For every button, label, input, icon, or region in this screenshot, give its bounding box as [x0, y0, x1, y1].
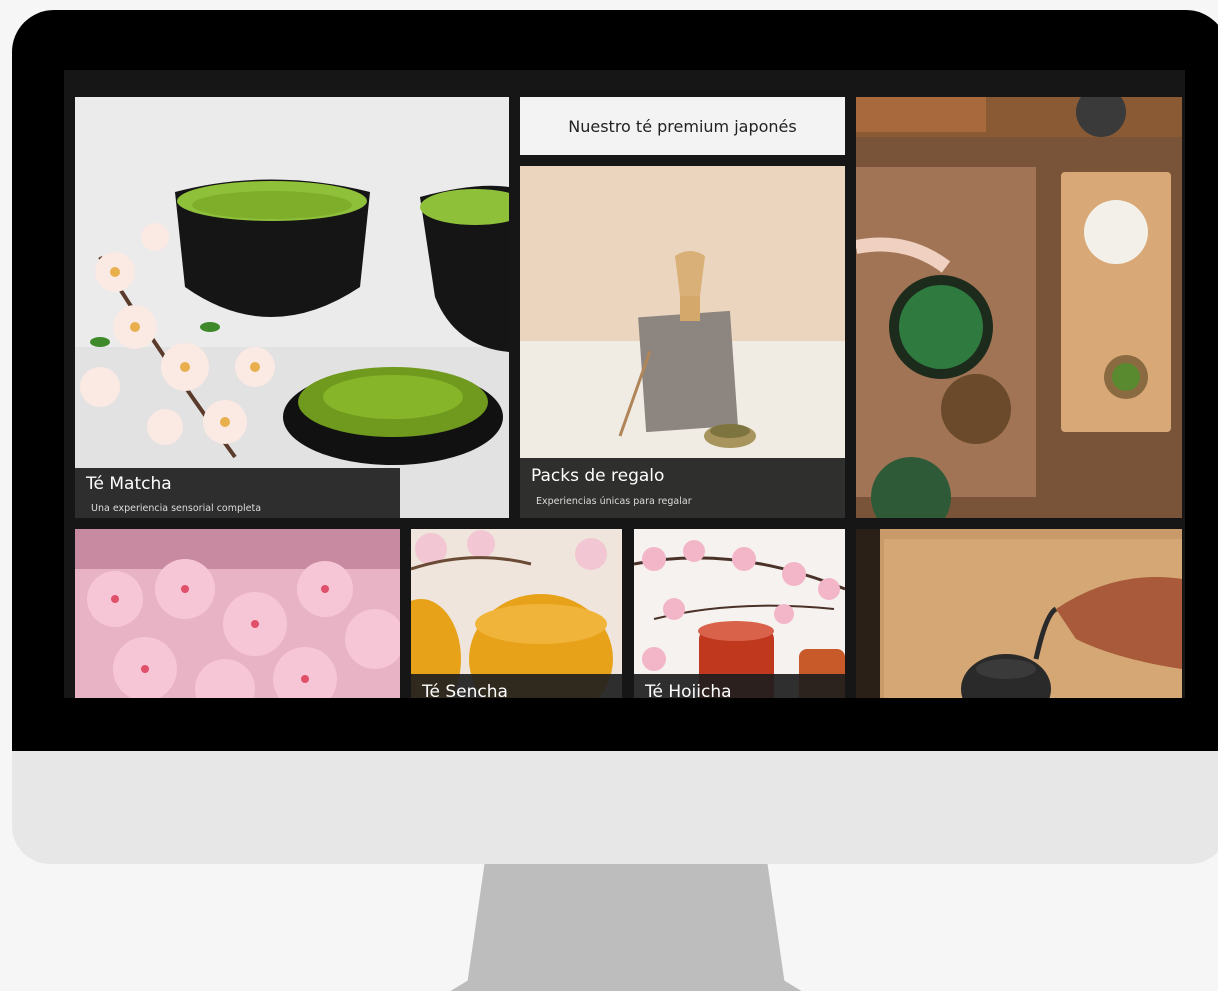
hojicha-title: Té Hojicha	[645, 682, 732, 698]
sencha-photo	[411, 529, 622, 698]
ceremony-photo	[856, 97, 1182, 518]
tile-hojicha[interactable]: Té Hojicha	[634, 529, 845, 698]
tile-gifts[interactable]: Packs de regalo Experiencias únicas para…	[520, 166, 845, 518]
matcha-title: Té Matcha	[86, 474, 172, 494]
sencha-title: Té Sencha	[422, 682, 508, 698]
tile-teapot[interactable]	[856, 529, 1182, 698]
hojicha-photo	[634, 529, 845, 698]
gifts-caption: Packs de regalo Experiencias únicas para…	[520, 458, 845, 518]
tile-header: Nuestro té premium japonés	[520, 97, 845, 155]
gifts-title: Packs de regalo	[531, 466, 665, 486]
matcha-photo	[75, 97, 509, 518]
tile-blossoms[interactable]	[75, 529, 400, 698]
hojicha-caption: Té Hojicha	[634, 674, 845, 698]
tile-matcha[interactable]: Té Matcha Una experiencia sensorial comp…	[75, 97, 509, 518]
gifts-subtitle: Experiencias únicas para regalar	[536, 496, 692, 507]
monitor-stand	[450, 862, 802, 991]
tile-sencha[interactable]: Té Sencha	[411, 529, 622, 698]
monitor-bezel: Té Matcha Una experiencia sensorial comp…	[12, 10, 1218, 751]
header-title: Nuestro té premium japonés	[568, 116, 797, 136]
screen: Té Matcha Una experiencia sensorial comp…	[64, 70, 1185, 698]
tile-tea-ceremony[interactable]	[856, 97, 1182, 518]
teapot-photo	[856, 529, 1182, 698]
matcha-caption: Té Matcha Una experiencia sensorial comp…	[75, 468, 400, 518]
blossoms-photo	[75, 529, 400, 698]
matcha-subtitle: Una experiencia sensorial completa	[91, 503, 262, 514]
sencha-caption: Té Sencha	[411, 674, 622, 698]
